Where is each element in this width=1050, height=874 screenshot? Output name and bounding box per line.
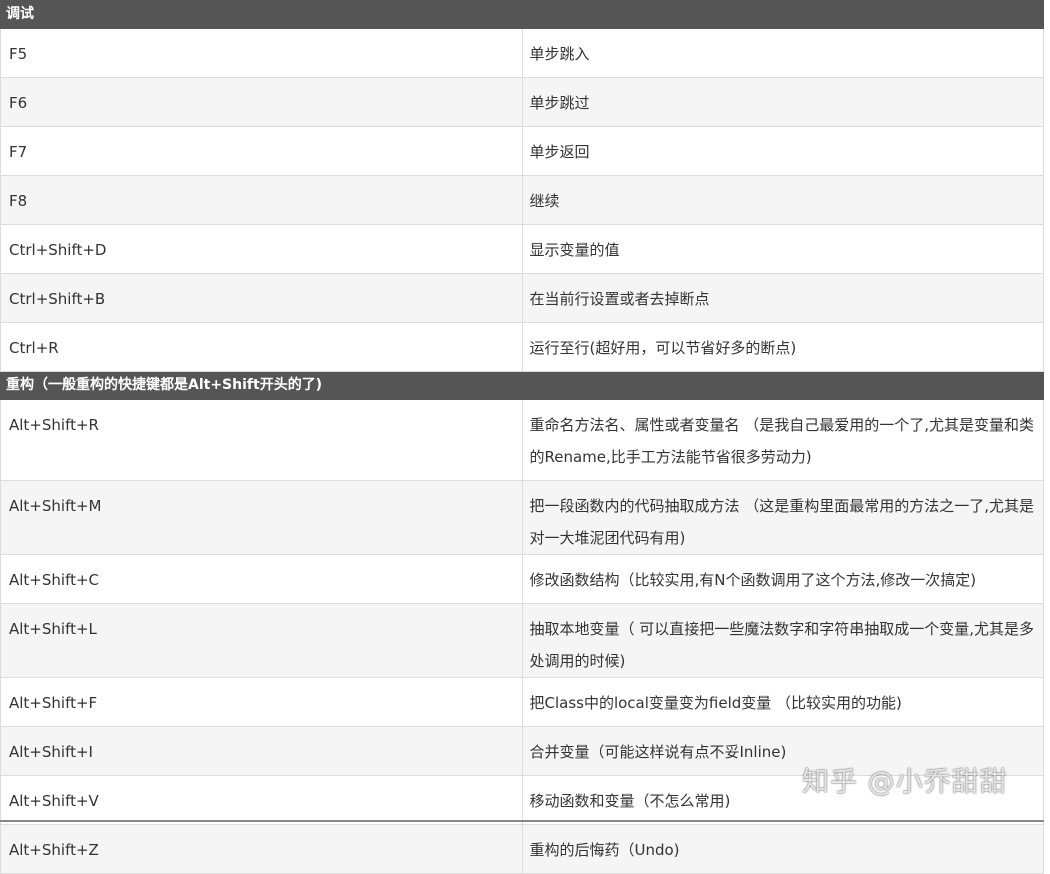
shortcut-key: F8 <box>0 175 523 225</box>
table-row: Ctrl+R 运行至行(超好用，可以节省好多的断点) <box>0 322 1044 372</box>
shortcut-key: Ctrl+R <box>0 322 523 372</box>
table-row: Ctrl+Shift+D 显示变量的值 <box>0 224 1044 274</box>
shortcut-description: 修改函数结构（比较实用,有N个函数调用了这个方法,修改一次搞定) <box>521 554 1044 604</box>
table-row: Alt+Shift+Z 重构的后悔药（Undo) <box>0 824 1044 874</box>
table-row: Alt+Shift+C 修改函数结构（比较实用,有N个函数调用了这个方法,修改一… <box>0 554 1044 604</box>
shortcut-key: Alt+Shift+R <box>0 399 523 481</box>
section-header-debug: 调试 <box>0 0 1044 29</box>
section-title: 重构（一般重构的快捷键都是Alt+Shift开头的了) <box>0 371 1044 400</box>
shortcut-description: 单步跳过 <box>521 77 1044 127</box>
shortcut-key: Alt+Shift+C <box>0 554 523 604</box>
shortcut-description: 重命名方法名、属性或者变量名 （是我自己最爱用的一个了,尤其是变量和类的Rena… <box>521 399 1044 481</box>
shortcut-description: 把Class中的local变量变为field变量 （比较实用的功能) <box>521 677 1044 727</box>
table-row: Alt+Shift+R 重命名方法名、属性或者变量名 （是我自己最爱用的一个了,… <box>0 399 1044 481</box>
table-row: F5 单步跳入 <box>0 28 1044 78</box>
shortcut-key: Alt+Shift+Z <box>0 824 523 874</box>
shortcut-description: 重构的后悔药（Undo) <box>521 824 1044 874</box>
table-row: F7 单步返回 <box>0 126 1044 176</box>
watermark: 知乎 @小乔甜甜 <box>802 767 1008 798</box>
shortcut-key: Alt+Shift+F <box>0 677 523 727</box>
shortcut-table: 调试 F5 单步跳入 F6 单步跳过 F7 单步返回 F8 继续 Ctrl+Sh… <box>0 0 1044 874</box>
shortcut-key: Ctrl+Shift+D <box>0 224 523 274</box>
shortcut-description: 继续 <box>521 175 1044 225</box>
table-row: Ctrl+Shift+B 在当前行设置或者去掉断点 <box>0 273 1044 323</box>
table-row: Alt+Shift+M 把一段函数内的代码抽取成方法 （这是重构里面最常用的方法… <box>0 480 1044 555</box>
table-row: F6 单步跳过 <box>0 77 1044 127</box>
shortcut-description: 运行至行(超好用，可以节省好多的断点) <box>521 322 1044 372</box>
section-title: 调试 <box>0 0 1044 29</box>
shortcut-description: 单步返回 <box>521 126 1044 176</box>
shortcut-key: Alt+Shift+V <box>0 775 523 825</box>
shortcut-key: Alt+Shift+L <box>0 603 523 678</box>
shortcut-description: 把一段函数内的代码抽取成方法 （这是重构里面最常用的方法之一了,尤其是对一大堆泥… <box>521 480 1044 555</box>
table-row: F8 继续 <box>0 175 1044 225</box>
shortcut-key: F6 <box>0 77 523 127</box>
shortcut-description: 在当前行设置或者去掉断点 <box>521 273 1044 323</box>
shortcut-key: Alt+Shift+I <box>0 726 523 776</box>
table-row: Alt+Shift+L 抽取本地变量（ 可以直接把一些魔法数字和字符串抽取成一个… <box>0 603 1044 678</box>
shortcut-key: Alt+Shift+M <box>0 480 523 555</box>
shortcut-key: F7 <box>0 126 523 176</box>
shortcut-description: 单步跳入 <box>521 28 1044 78</box>
shortcut-description: 显示变量的值 <box>521 224 1044 274</box>
shortcut-key: Ctrl+Shift+B <box>0 273 523 323</box>
section-header-refactor: 重构（一般重构的快捷键都是Alt+Shift开头的了) <box>0 371 1044 400</box>
shortcut-description: 抽取本地变量（ 可以直接把一些魔法数字和字符串抽取成一个变量,尤其是多处调用的时… <box>521 603 1044 678</box>
table-row: Alt+Shift+F 把Class中的local变量变为field变量 （比较… <box>0 677 1044 727</box>
shortcut-key: F5 <box>0 28 523 78</box>
